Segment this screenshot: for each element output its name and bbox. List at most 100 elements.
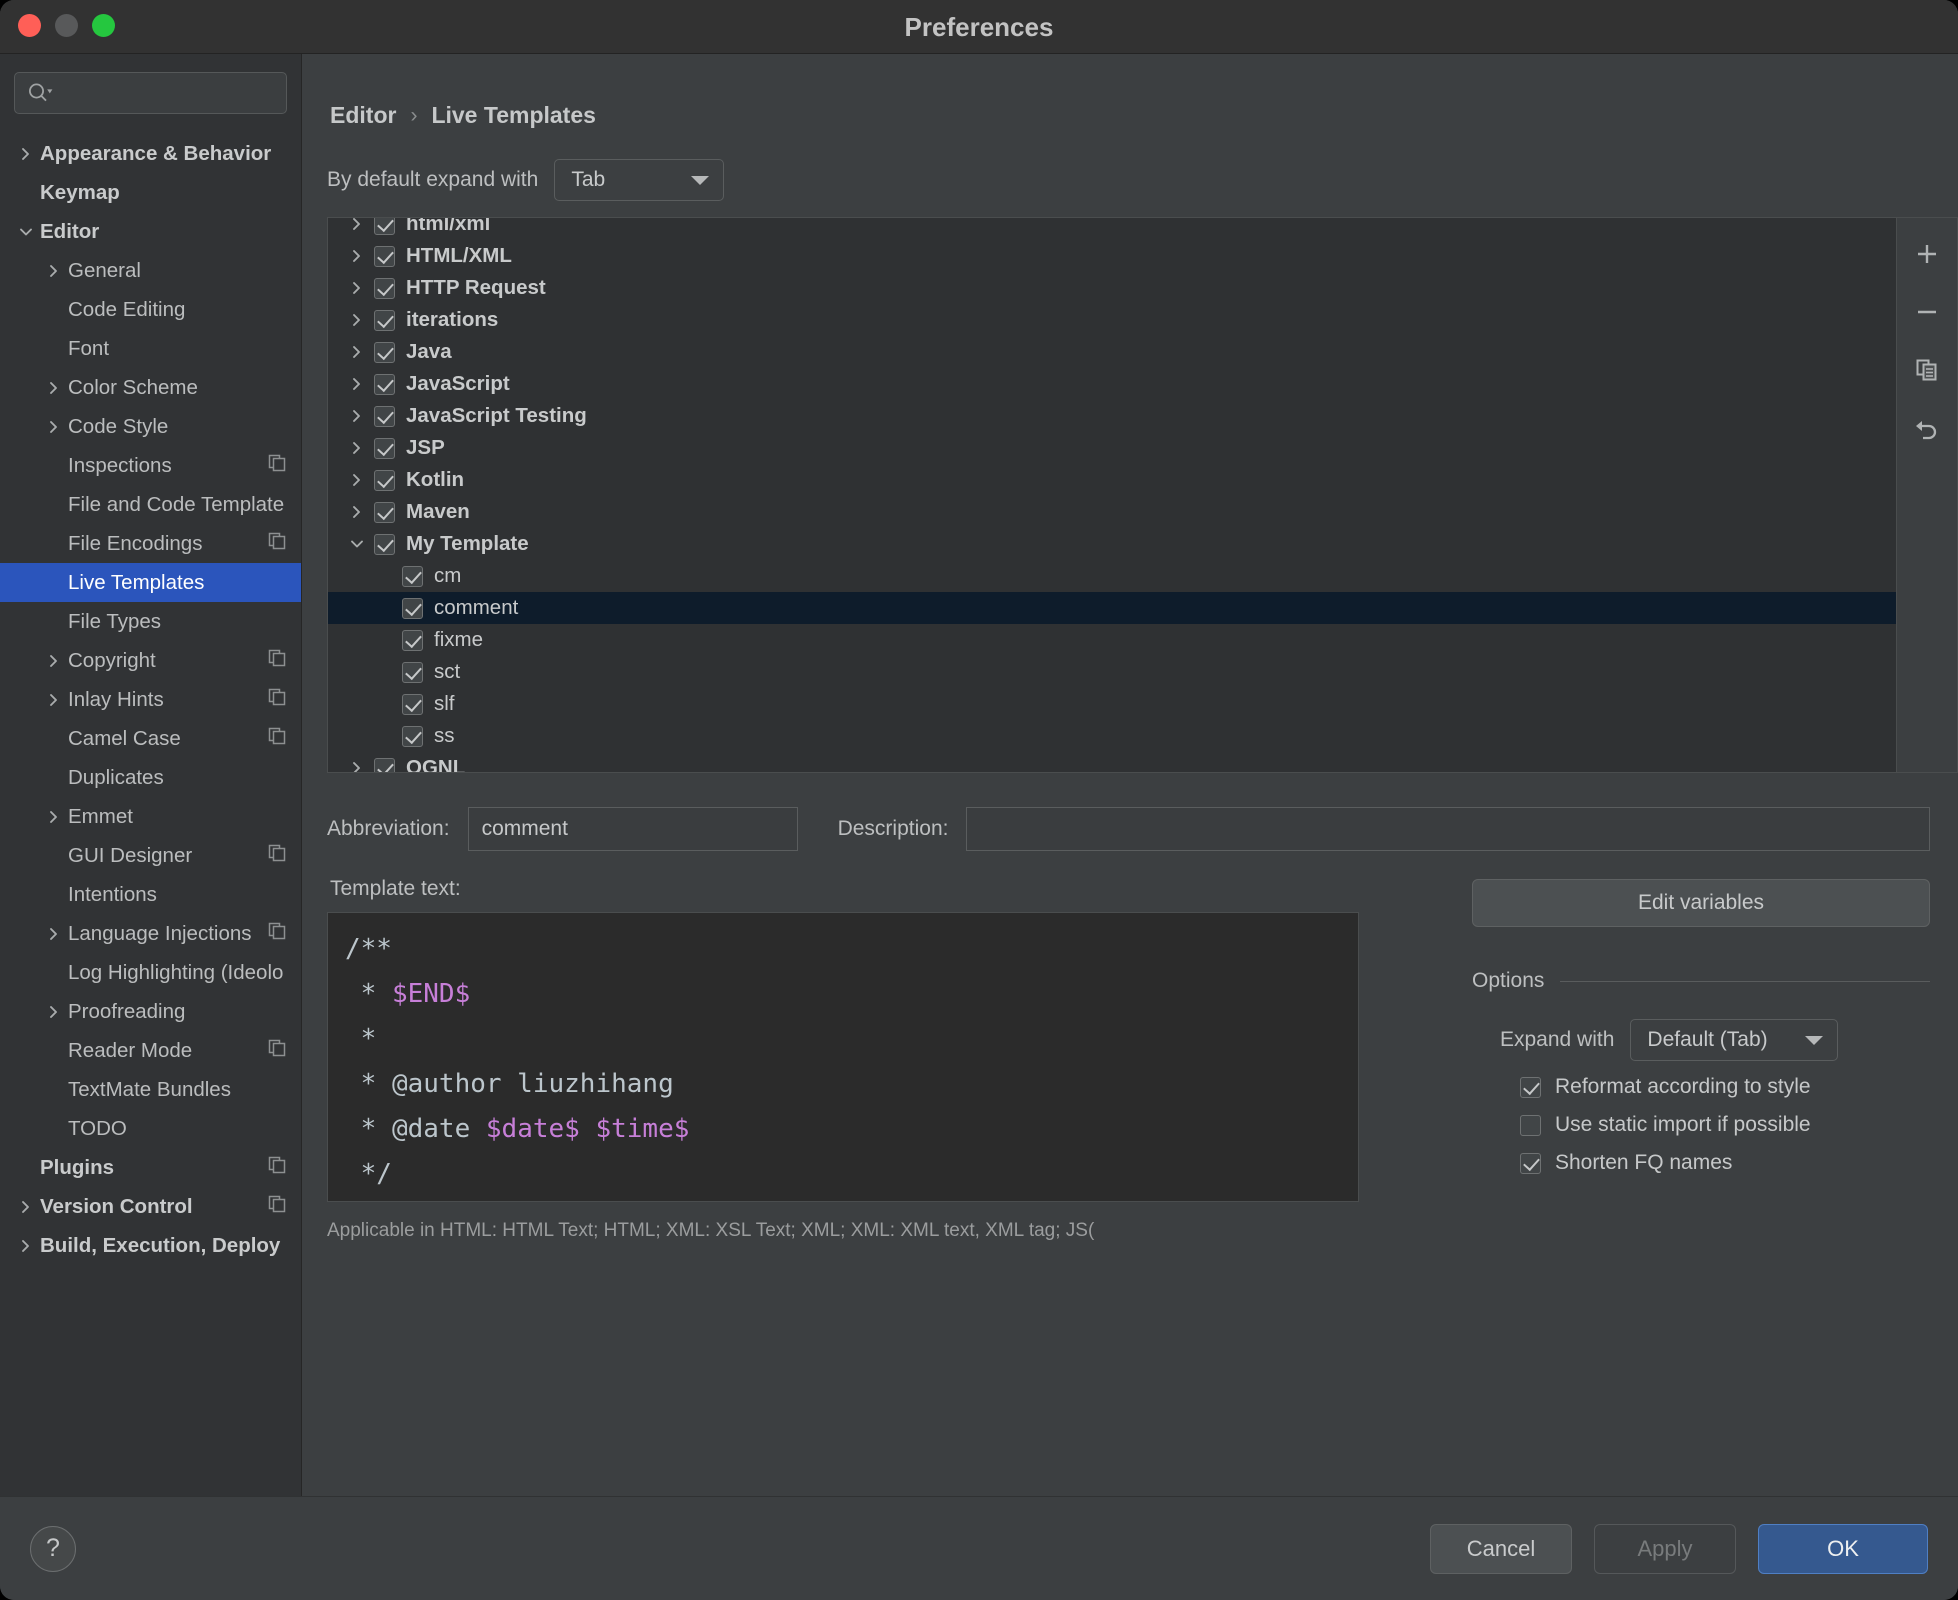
sidebar-item-keymap[interactable]: Keymap	[0, 173, 301, 212]
option-checkbox-row[interactable]: Shorten FQ names	[1472, 1151, 1930, 1175]
chevron-right-icon[interactable]	[340, 218, 374, 232]
sidebar-item-live-templates[interactable]: Live Templates	[0, 563, 301, 602]
option-checkbox[interactable]	[1520, 1076, 1541, 1098]
sidebar-item-gui-designer[interactable]: GUI Designer	[0, 836, 301, 875]
sidebar-item-emmet[interactable]: Emmet	[0, 797, 301, 836]
sidebar-item-editor[interactable]: Editor	[0, 212, 301, 251]
sidebar-item-version-control[interactable]: Version Control	[0, 1187, 301, 1226]
duplicate-button[interactable]	[1905, 348, 1949, 392]
breadcrumb-parent[interactable]: Editor	[330, 102, 396, 129]
option-checkbox-row[interactable]: Use static import if possible	[1472, 1113, 1930, 1137]
tree-row[interactable]: My Template	[328, 528, 1896, 560]
sidebar-item-font[interactable]: Font	[0, 329, 301, 368]
sidebar-item-intentions[interactable]: Intentions	[0, 875, 301, 914]
tree-row[interactable]: Kotlin	[328, 464, 1896, 496]
option-checkbox-row[interactable]: Reformat according to style	[1472, 1075, 1930, 1099]
sidebar-item-build-execution-deploy[interactable]: Build, Execution, Deploy	[0, 1226, 301, 1265]
tree-row[interactable]: sct	[328, 656, 1896, 688]
tree-row-checkbox[interactable]	[402, 565, 423, 587]
chevron-down-icon[interactable]	[340, 536, 374, 552]
revert-button[interactable]	[1905, 406, 1949, 450]
sidebar-item-appearance-behavior[interactable]: Appearance & Behavior	[0, 134, 301, 173]
tree-row-checkbox[interactable]	[374, 309, 395, 331]
sidebar-item-copyright[interactable]: Copyright	[0, 641, 301, 680]
sidebar-item-file-and-code-template[interactable]: File and Code Template	[0, 485, 301, 524]
tree-row-checkbox[interactable]	[374, 341, 395, 363]
tree-row-checkbox[interactable]	[374, 533, 395, 555]
help-button[interactable]: ?	[30, 1525, 76, 1572]
chevron-right-icon[interactable]	[340, 376, 374, 392]
tree-row[interactable]: JavaScript Testing	[328, 400, 1896, 432]
sidebar-item-proofreading[interactable]: Proofreading	[0, 992, 301, 1031]
default-expand-select[interactable]: Tab	[554, 159, 725, 201]
apply-button[interactable]: Apply	[1594, 1523, 1736, 1574]
tree-row-checkbox[interactable]	[374, 405, 395, 427]
chevron-right-icon[interactable]	[340, 312, 374, 328]
tree-row[interactable]: html/xml	[328, 218, 1896, 240]
template-text-editor[interactable]: /** * $END$ * * @author liuzhihang * @da…	[327, 912, 1359, 1202]
tree-row-checkbox[interactable]	[374, 277, 395, 299]
tree-row-checkbox[interactable]	[374, 373, 395, 395]
chevron-right-icon[interactable]	[340, 504, 374, 520]
search-input[interactable]	[14, 72, 287, 114]
tree-row[interactable]: comment	[328, 592, 1896, 624]
tree-row-checkbox[interactable]	[374, 757, 395, 772]
chevron-right-icon[interactable]	[340, 408, 374, 424]
sidebar-item-reader-mode[interactable]: Reader Mode	[0, 1031, 301, 1070]
chevron-right-icon[interactable]	[340, 440, 374, 456]
tree-row[interactable]: fixme	[328, 624, 1896, 656]
tree-row[interactable]: JavaScript	[328, 368, 1896, 400]
option-checkbox[interactable]	[1520, 1152, 1541, 1174]
tree-row[interactable]: OGNL	[328, 752, 1896, 772]
chevron-right-icon[interactable]	[340, 248, 374, 264]
abbreviation-input[interactable]: comment	[467, 807, 798, 851]
chevron-right-icon[interactable]	[340, 344, 374, 360]
chevron-right-icon[interactable]	[340, 472, 374, 488]
sidebar-item-code-style[interactable]: Code Style	[0, 407, 301, 446]
tree-row[interactable]: ss	[328, 720, 1896, 752]
tree-row-checkbox[interactable]	[402, 661, 423, 683]
sidebar-item-file-types[interactable]: File Types	[0, 602, 301, 641]
tree-row-checkbox[interactable]	[402, 629, 423, 651]
tree-row-checkbox[interactable]	[402, 597, 423, 619]
tree-row[interactable]: iterations	[328, 304, 1896, 336]
cancel-button[interactable]: Cancel	[1430, 1523, 1572, 1574]
sidebar-item-todo[interactable]: TODO	[0, 1109, 301, 1148]
sidebar-item-general[interactable]: General	[0, 251, 301, 290]
tree-row[interactable]: JSP	[328, 432, 1896, 464]
tree-row-checkbox[interactable]	[374, 245, 395, 267]
tree-row[interactable]: slf	[328, 688, 1896, 720]
edit-variables-button[interactable]: Edit variables	[1472, 879, 1930, 927]
tree-row[interactable]: Java	[328, 336, 1896, 368]
sidebar-item-language-injections[interactable]: Language Injections	[0, 914, 301, 953]
tree-row[interactable]: cm	[328, 560, 1896, 592]
sidebar-item-plugins[interactable]: Plugins	[0, 1148, 301, 1187]
sidebar-item-log-highlighting-ideolo[interactable]: Log Highlighting (Ideolo	[0, 953, 301, 992]
sidebar-item-code-editing[interactable]: Code Editing	[0, 290, 301, 329]
sidebar-item-file-encodings[interactable]: File Encodings	[0, 524, 301, 563]
tree-row-checkbox[interactable]	[402, 693, 423, 715]
add-button[interactable]	[1905, 232, 1949, 276]
chevron-right-icon[interactable]	[340, 280, 374, 296]
tree-row-checkbox[interactable]	[374, 437, 395, 459]
tree-row-checkbox[interactable]	[402, 725, 423, 747]
option-checkbox[interactable]	[1520, 1114, 1541, 1136]
sidebar-item-color-scheme[interactable]: Color Scheme	[0, 368, 301, 407]
tree-row[interactable]: HTML/XML	[328, 240, 1896, 272]
sidebar-item-textmate-bundles[interactable]: TextMate Bundles	[0, 1070, 301, 1109]
tree-row[interactable]: Maven	[328, 496, 1896, 528]
chevron-right-icon[interactable]	[340, 760, 374, 772]
remove-button[interactable]	[1905, 290, 1949, 334]
sidebar-item-inlay-hints[interactable]: Inlay Hints	[0, 680, 301, 719]
expand-with-select[interactable]: Default (Tab)	[1630, 1019, 1839, 1061]
sidebar-item-camel-case[interactable]: Camel Case	[0, 719, 301, 758]
sidebar-item-duplicates[interactable]: Duplicates	[0, 758, 301, 797]
tree-row-checkbox[interactable]	[374, 501, 395, 523]
tree-row-checkbox[interactable]	[374, 218, 395, 235]
templates-tree[interactable]: html/xml HTML/XML HTTP Request iterations Ja…	[327, 217, 1896, 773]
tree-row[interactable]: HTTP Request	[328, 272, 1896, 304]
description-input[interactable]	[966, 807, 1930, 851]
ok-button[interactable]: OK	[1758, 1523, 1928, 1574]
tree-row-checkbox[interactable]	[374, 469, 395, 491]
sidebar-item-inspections[interactable]: Inspections	[0, 446, 301, 485]
